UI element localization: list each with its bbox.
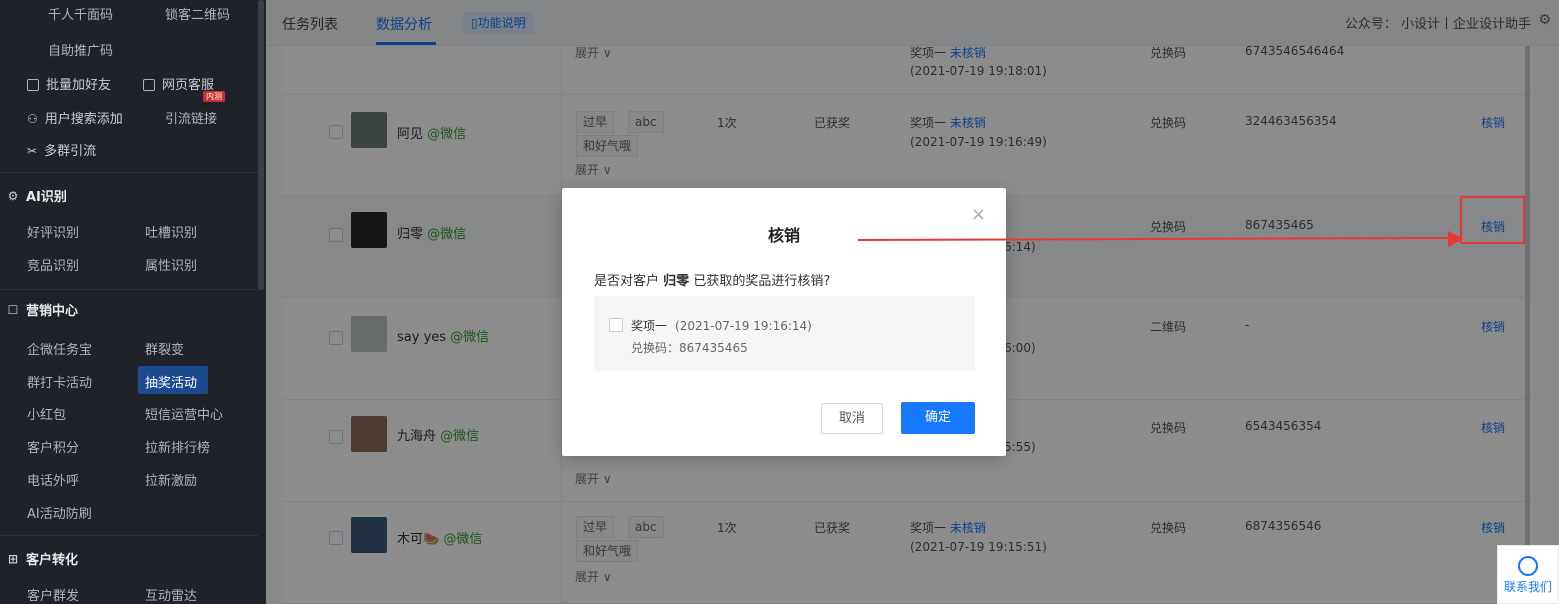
sidebar-item-lock-qrcode[interactable]: 锁客二维码 [165, 4, 230, 23]
sidebar-item-phone-call[interactable]: 电话外呼 [27, 470, 79, 489]
sidebar-item-multi-group[interactable]: ✂ 多群引流 [27, 140, 96, 159]
grid-icon: ⊞ [7, 551, 19, 566]
cancel-button[interactable]: 取消 [821, 403, 883, 434]
sidebar-item-user-search[interactable]: ⚇ 用户搜索添加 [27, 108, 123, 127]
contact-us-button[interactable]: 联系我们 [1497, 545, 1559, 604]
divider [0, 535, 258, 536]
prize-code: 兑换码：867435465 [631, 341, 748, 355]
scissors-icon: ✂ [27, 144, 38, 158]
dialog-question: 是否对客户 归零 已获取的奖品进行核销? [594, 274, 831, 289]
prize-label: 奖项一 (2021-07-19 19:16:14) [631, 319, 812, 333]
sidebar-item-attribute[interactable]: 属性识别 [145, 255, 197, 274]
sidebar-item-batch-add[interactable]: 批量加好友 [27, 74, 111, 93]
sidebar-item-competitor[interactable]: 竞品识别 [27, 255, 79, 274]
sidebar-item-task-treasure[interactable]: 企微任务宝 [27, 339, 92, 358]
sidebar-item-ranking[interactable]: 拉新排行榜 [145, 437, 210, 456]
sidebar-item-self-promo[interactable]: 自助推广码 [48, 40, 113, 59]
sidebar-item-sms[interactable]: 短信运营中心 [145, 404, 223, 423]
sidebar-item-anti-fraud[interactable]: AI活动防刷 [27, 503, 92, 522]
prize-option: 奖项一 (2021-07-19 19:16:14) 兑换码：867435465 [594, 296, 975, 371]
section-conversion[interactable]: ⊞ 客户转化 [6, 549, 78, 569]
sidebar-item-good-review[interactable]: 好评识别 [27, 222, 79, 241]
chip-icon: ⚙ [7, 188, 19, 203]
sidebar-item-group-fission[interactable]: 群裂变 [145, 339, 184, 358]
prize-checkbox[interactable] [609, 318, 623, 332]
divider [0, 172, 258, 173]
sidebar: 千人千面码 锁客二维码 自助推广码 批量加好友 网页客服 内测 ⚇ 用户搜索添加 … [0, 0, 266, 604]
sidebar-item-red-packet[interactable]: 小红包 [27, 404, 66, 423]
confirm-button[interactable]: 确定 [901, 402, 975, 434]
headset-icon [1518, 556, 1538, 576]
window-icon [143, 79, 155, 91]
annotation-highlight-box [1460, 196, 1525, 244]
section-ai[interactable]: ⚙ AI识别 [6, 186, 67, 206]
sidebar-scrollbar[interactable] [258, 0, 264, 290]
sidebar-item-checkin[interactable]: 群打卡活动 [27, 372, 92, 391]
sidebar-item-group-send[interactable]: 客户群发 [27, 585, 79, 604]
sidebar-item-points[interactable]: 客户积分 [27, 437, 79, 456]
sidebar-item-lottery[interactable]: 抽奖活动 [145, 372, 197, 391]
dialog-title: 核销 [767, 226, 800, 245]
divider [0, 289, 258, 290]
verify-dialog: 核销 × 是否对客户 归零 已获取的奖品进行核销? 奖项一 (2021-07-19… [562, 188, 1006, 456]
sidebar-item-radar[interactable]: 互动雷达 [145, 585, 197, 604]
section-marketing[interactable]: ☐ 营销中心 [6, 300, 78, 320]
close-icon[interactable]: × [971, 204, 986, 225]
sidebar-item-qrcode-personal[interactable]: 千人千面码 [48, 4, 113, 23]
calendar-icon: ☐ [7, 302, 19, 317]
sidebar-item-incentive[interactable]: 拉新激励 [145, 470, 197, 489]
sidebar-item-traffic-link[interactable]: 引流链接 [165, 108, 217, 127]
phone-icon [27, 79, 39, 91]
sidebar-item-complaint[interactable]: 吐槽识别 [145, 222, 197, 241]
users-icon: ⚇ [27, 112, 38, 126]
beta-badge: 内测 [203, 91, 225, 102]
